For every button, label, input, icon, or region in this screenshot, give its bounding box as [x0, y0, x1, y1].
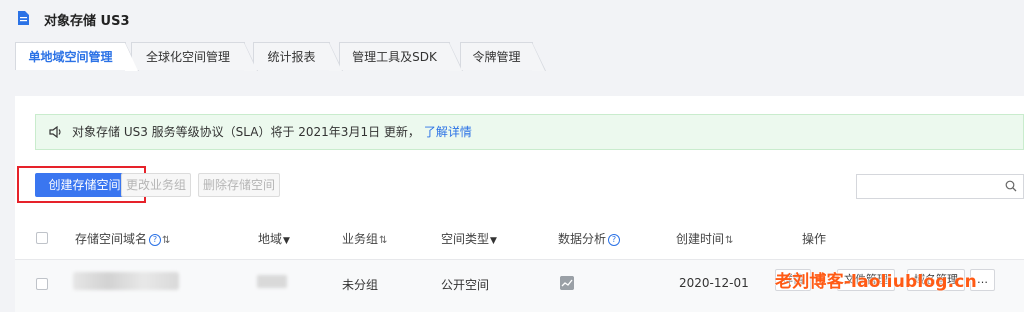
row-checkbox[interactable]	[36, 278, 48, 290]
redacted-bucket-name[interactable]	[73, 272, 179, 290]
header-type[interactable]: 空间类型▼	[441, 230, 497, 247]
tab-single-region[interactable]: 单地域空间管理	[15, 42, 139, 71]
watermark: 老刘博客-laoliublog.cn	[775, 272, 977, 292]
delete-bucket-button[interactable]: 删除存储空间	[198, 173, 280, 197]
header-bucket-name[interactable]: 存储空间域名? ⇅	[75, 230, 170, 247]
title-bar: 对象存储 US3	[0, 0, 1024, 36]
header-ops: 操作	[802, 232, 827, 246]
redacted-region	[257, 275, 287, 288]
change-group-button[interactable]: 更改业务组	[121, 173, 191, 197]
create-bucket-button[interactable]: 创建存储空间	[35, 173, 134, 197]
tab-bar: 单地域空间管理 全球化空间管理 统计报表 管理工具及SDK 令牌管理	[0, 42, 1024, 72]
document-icon	[18, 11, 29, 25]
search-input[interactable]	[856, 174, 1024, 199]
cell-created: 2020-12-01	[679, 276, 749, 290]
tab-token[interactable]: 令牌管理	[460, 42, 546, 71]
cell-group: 未分组	[342, 278, 379, 292]
header-analysis: 数据分析?	[558, 230, 621, 247]
sort-icon[interactable]: ⇅	[725, 235, 733, 246]
cell-type: 公开空间	[441, 278, 490, 292]
learn-more-link[interactable]: 了解详情	[424, 125, 472, 139]
filter-icon[interactable]: ▼	[283, 236, 290, 246]
tab-tools-sdk[interactable]: 管理工具及SDK	[339, 42, 463, 71]
sla-notice: 对象存储 US3 服务等级协议（SLA）将于 2021年3月1日 更新， 了解详情	[35, 114, 1024, 150]
chart-icon[interactable]	[560, 276, 574, 290]
sort-icon[interactable]: ⇅	[379, 235, 387, 246]
page-title: 对象存储 US3	[44, 14, 130, 29]
filter-icon[interactable]: ▼	[490, 236, 497, 246]
notice-text: 对象存储 US3 服务等级协议（SLA）将于 2021年3月1日 更新，	[72, 125, 420, 139]
header-region[interactable]: 地域▼	[258, 230, 290, 247]
speaker-icon	[49, 126, 61, 138]
sort-icon[interactable]: ⇅	[162, 235, 170, 246]
tab-global[interactable]: 全球化空间管理	[131, 42, 258, 71]
search-icon[interactable]	[1005, 180, 1017, 192]
header-group[interactable]: 业务组⇅	[342, 230, 387, 247]
help-icon[interactable]: ?	[149, 233, 162, 246]
select-all-checkbox[interactable]	[36, 232, 48, 244]
help-icon[interactable]: ?	[608, 233, 621, 246]
header-created[interactable]: 创建时间⇅	[676, 230, 733, 247]
tab-statistics[interactable]: 统计报表	[253, 42, 343, 71]
